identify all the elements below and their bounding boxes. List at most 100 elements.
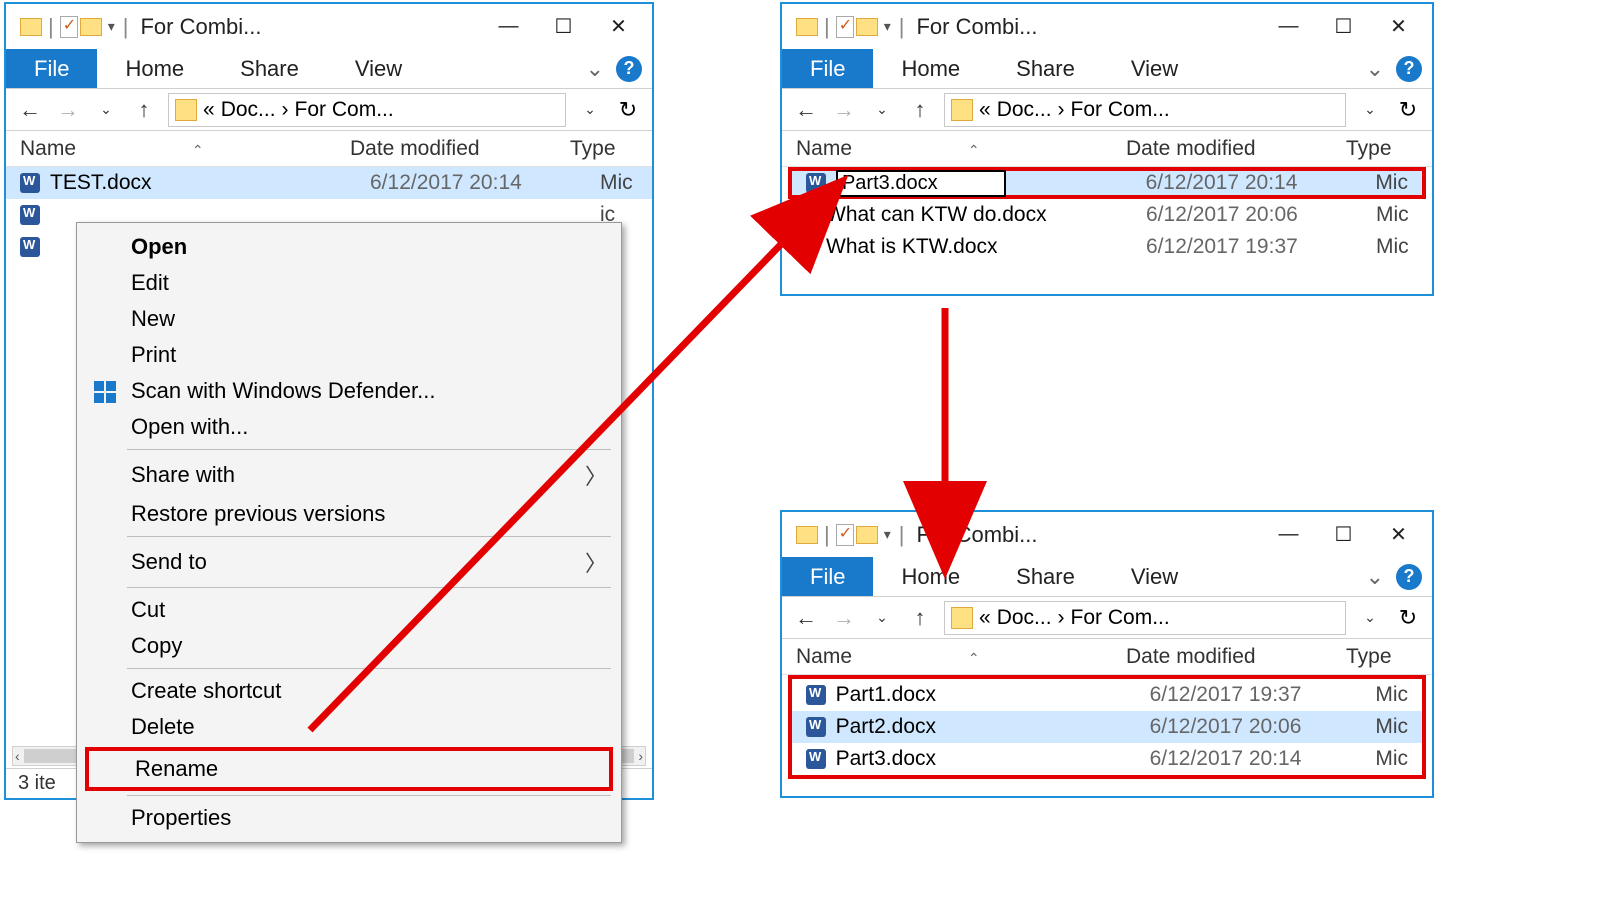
nav-history-dropdown[interactable]: ⌄ [868, 609, 896, 626]
refresh-button[interactable]: ↻ [614, 97, 642, 123]
ribbon-expand-icon[interactable]: ⌄ [1366, 564, 1384, 590]
defender-shield-icon [93, 380, 117, 404]
menu-delete[interactable]: Delete [77, 709, 621, 745]
titlebar-separator: | [48, 14, 54, 40]
ribbon-file[interactable]: File [782, 557, 873, 596]
ribbon-expand-icon[interactable]: ⌄ [586, 56, 604, 82]
breadcrumb-seg2[interactable]: For Com... [295, 98, 394, 122]
ribbon-file[interactable]: File [782, 49, 873, 88]
menu-open[interactable]: Open [77, 229, 621, 265]
close-button[interactable]: ✕ [591, 5, 646, 48]
ribbon-home[interactable]: Home [873, 56, 988, 82]
minimize-button[interactable]: — [1261, 5, 1316, 48]
address-dropdown-icon[interactable]: ⌄ [1356, 101, 1384, 118]
ribbon-home[interactable]: Home [873, 564, 988, 590]
address-bar[interactable]: « Doc... › For Com... [944, 93, 1346, 127]
address-dropdown-icon[interactable]: ⌄ [1356, 609, 1384, 626]
address-dropdown-icon[interactable]: ⌄ [576, 101, 604, 118]
ribbon-share[interactable]: Share [988, 56, 1103, 82]
file-row-renaming[interactable]: 6/12/2017 20:14 Mic [788, 167, 1426, 199]
menu-new[interactable]: New [77, 301, 621, 337]
menu-open-with[interactable]: Open with... [77, 409, 621, 445]
menu-rename[interactable]: Rename [85, 747, 613, 791]
file-row[interactable]: What is KTW.docx 6/12/2017 19:37 Mic [782, 231, 1432, 263]
file-date: 6/12/2017 20:06 [1146, 203, 1366, 227]
menu-properties[interactable]: Properties [77, 800, 621, 836]
folder-icon [175, 99, 197, 121]
ribbon-home[interactable]: Home [97, 56, 212, 82]
address-bar[interactable]: « Doc... › For Com... [944, 601, 1346, 635]
close-button[interactable]: ✕ [1371, 513, 1426, 556]
col-date[interactable]: Date modified [1126, 137, 1346, 161]
nav-history-dropdown[interactable]: ⌄ [868, 101, 896, 118]
maximize-button[interactable]: ☐ [536, 5, 591, 48]
help-button[interactable]: ? [1396, 564, 1422, 590]
nav-back-button[interactable]: ← [792, 605, 820, 631]
breadcrumb-seg1[interactable]: Doc... [221, 98, 276, 122]
qat-dropdown-icon[interactable]: ▾ [108, 18, 115, 35]
refresh-button[interactable]: ↻ [1394, 605, 1422, 631]
maximize-button[interactable]: ☐ [1316, 513, 1371, 556]
col-name[interactable]: Name ⌃ [796, 645, 1126, 669]
nav-up-button[interactable]: ↑ [906, 97, 934, 123]
nav-back-button[interactable]: ← [16, 97, 44, 123]
file-date: 6/12/2017 20:14 [1150, 747, 1366, 771]
breadcrumb-seg1[interactable]: Doc... [997, 98, 1052, 122]
scroll-right-icon[interactable]: › [638, 748, 643, 764]
col-type[interactable]: Type [1346, 137, 1418, 161]
nav-up-button[interactable]: ↑ [906, 605, 934, 631]
file-row[interactable]: Part3.docx 6/12/2017 20:14 Mic [792, 743, 1422, 775]
help-button[interactable]: ? [1396, 56, 1422, 82]
nav-forward-button[interactable]: → [54, 97, 82, 123]
file-row[interactable]: Part1.docx 6/12/2017 19:37 Mic [792, 679, 1422, 711]
breadcrumb-seg2[interactable]: For Com... [1071, 98, 1170, 122]
ribbon: File Home Share View ⌄ ? [782, 557, 1432, 597]
menu-edit[interactable]: Edit [77, 265, 621, 301]
close-button[interactable]: ✕ [1371, 5, 1426, 48]
ribbon-file[interactable]: File [6, 49, 97, 88]
ribbon-view[interactable]: View [327, 56, 430, 82]
refresh-button[interactable]: ↻ [1394, 97, 1422, 123]
ribbon-share[interactable]: Share [212, 56, 327, 82]
breadcrumb-seg1[interactable]: Doc... [997, 606, 1052, 630]
nav-forward-button[interactable]: → [830, 605, 858, 631]
minimize-button[interactable]: — [481, 5, 536, 48]
menu-cut[interactable]: Cut [77, 592, 621, 628]
menu-create-shortcut[interactable]: Create shortcut [77, 673, 621, 709]
maximize-button[interactable]: ☐ [1316, 5, 1371, 48]
menu-copy[interactable]: Copy [77, 628, 621, 664]
word-doc-icon [796, 205, 816, 225]
ribbon-view[interactable]: View [1103, 56, 1206, 82]
col-date[interactable]: Date modified [350, 137, 570, 161]
ribbon-share[interactable]: Share [988, 564, 1103, 590]
file-row[interactable]: TEST.docx 6/12/2017 20:14 Mic [6, 167, 652, 199]
ribbon-view[interactable]: View [1103, 564, 1206, 590]
nav-forward-button[interactable]: → [830, 97, 858, 123]
col-name[interactable]: Name ⌃ [796, 137, 1126, 161]
menu-restore-versions[interactable]: Restore previous versions [77, 496, 621, 532]
menu-scan-defender[interactable]: Scan with Windows Defender... [77, 373, 621, 409]
col-date[interactable]: Date modified [1126, 645, 1346, 669]
file-row[interactable]: What can KTW do.docx 6/12/2017 20:06 Mic [782, 199, 1432, 231]
menu-share-with[interactable]: Share with 〉 [77, 454, 621, 496]
address-bar[interactable]: « Doc... › For Com... [168, 93, 566, 127]
file-row[interactable]: Part2.docx 6/12/2017 20:06 Mic [792, 711, 1422, 743]
nav-up-button[interactable]: ↑ [130, 97, 158, 123]
col-type[interactable]: Type [570, 137, 638, 161]
col-type[interactable]: Type [1346, 645, 1418, 669]
nav-history-dropdown[interactable]: ⌄ [92, 101, 120, 118]
qat-dropdown-icon[interactable]: ▾ [884, 18, 891, 35]
folder-icon [796, 526, 818, 544]
breadcrumb-seg2[interactable]: For Com... [1071, 606, 1170, 630]
scroll-left-icon[interactable]: ‹ [15, 748, 20, 764]
help-button[interactable]: ? [616, 56, 642, 82]
qat-dropdown-icon[interactable]: ▾ [884, 526, 891, 543]
rename-input[interactable] [836, 170, 1006, 197]
minimize-button[interactable]: — [1261, 513, 1316, 556]
col-name[interactable]: Name ⌃ [20, 137, 350, 161]
doc-check-icon [836, 524, 854, 546]
menu-print[interactable]: Print [77, 337, 621, 373]
nav-back-button[interactable]: ← [792, 97, 820, 123]
ribbon-expand-icon[interactable]: ⌄ [1366, 56, 1384, 82]
menu-send-to[interactable]: Send to 〉 [77, 541, 621, 583]
